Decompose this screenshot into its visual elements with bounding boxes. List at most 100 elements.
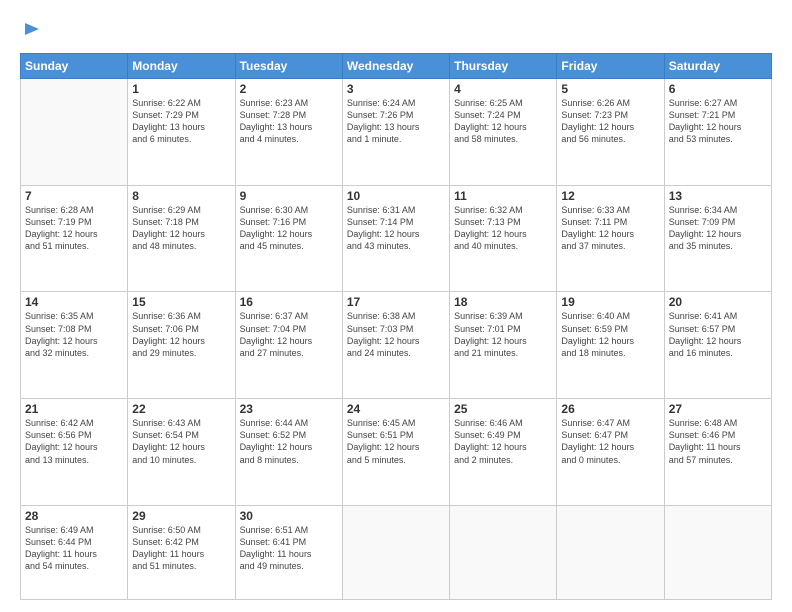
calendar-cell: 5Sunrise: 6:26 AM Sunset: 7:23 PM Daylig… xyxy=(557,79,664,186)
day-number: 5 xyxy=(561,82,659,96)
calendar-cell: 18Sunrise: 6:39 AM Sunset: 7:01 PM Dayli… xyxy=(450,292,557,399)
day-number: 23 xyxy=(240,402,338,416)
calendar-cell: 7Sunrise: 6:28 AM Sunset: 7:19 PM Daylig… xyxy=(21,185,128,292)
day-info: Sunrise: 6:50 AM Sunset: 6:42 PM Dayligh… xyxy=(132,524,230,573)
calendar-cell: 1Sunrise: 6:22 AM Sunset: 7:29 PM Daylig… xyxy=(128,79,235,186)
page: SundayMondayTuesdayWednesdayThursdayFrid… xyxy=(0,0,792,612)
calendar-header-row: SundayMondayTuesdayWednesdayThursdayFrid… xyxy=(21,54,772,79)
col-header-friday: Friday xyxy=(557,54,664,79)
day-number: 13 xyxy=(669,189,767,203)
day-info: Sunrise: 6:38 AM Sunset: 7:03 PM Dayligh… xyxy=(347,310,445,359)
calendar-cell: 13Sunrise: 6:34 AM Sunset: 7:09 PM Dayli… xyxy=(664,185,771,292)
day-info: Sunrise: 6:44 AM Sunset: 6:52 PM Dayligh… xyxy=(240,417,338,466)
day-number: 24 xyxy=(347,402,445,416)
calendar-cell: 8Sunrise: 6:29 AM Sunset: 7:18 PM Daylig… xyxy=(128,185,235,292)
calendar-cell: 4Sunrise: 6:25 AM Sunset: 7:24 PM Daylig… xyxy=(450,79,557,186)
day-info: Sunrise: 6:25 AM Sunset: 7:24 PM Dayligh… xyxy=(454,97,552,146)
day-info: Sunrise: 6:30 AM Sunset: 7:16 PM Dayligh… xyxy=(240,204,338,253)
logo xyxy=(20,16,41,43)
calendar-cell: 17Sunrise: 6:38 AM Sunset: 7:03 PM Dayli… xyxy=(342,292,449,399)
calendar-cell: 9Sunrise: 6:30 AM Sunset: 7:16 PM Daylig… xyxy=(235,185,342,292)
calendar-cell: 16Sunrise: 6:37 AM Sunset: 7:04 PM Dayli… xyxy=(235,292,342,399)
calendar-cell xyxy=(342,505,449,599)
day-number: 12 xyxy=(561,189,659,203)
day-number: 22 xyxy=(132,402,230,416)
col-header-wednesday: Wednesday xyxy=(342,54,449,79)
calendar-cell: 14Sunrise: 6:35 AM Sunset: 7:08 PM Dayli… xyxy=(21,292,128,399)
calendar-cell: 30Sunrise: 6:51 AM Sunset: 6:41 PM Dayli… xyxy=(235,505,342,599)
day-info: Sunrise: 6:36 AM Sunset: 7:06 PM Dayligh… xyxy=(132,310,230,359)
logo-arrow-icon xyxy=(23,20,41,38)
day-info: Sunrise: 6:40 AM Sunset: 6:59 PM Dayligh… xyxy=(561,310,659,359)
day-number: 16 xyxy=(240,295,338,309)
day-number: 21 xyxy=(25,402,123,416)
calendar-cell: 23Sunrise: 6:44 AM Sunset: 6:52 PM Dayli… xyxy=(235,399,342,506)
day-info: Sunrise: 6:26 AM Sunset: 7:23 PM Dayligh… xyxy=(561,97,659,146)
calendar-cell: 3Sunrise: 6:24 AM Sunset: 7:26 PM Daylig… xyxy=(342,79,449,186)
day-number: 8 xyxy=(132,189,230,203)
day-number: 28 xyxy=(25,509,123,523)
day-info: Sunrise: 6:46 AM Sunset: 6:49 PM Dayligh… xyxy=(454,417,552,466)
calendar-cell: 21Sunrise: 6:42 AM Sunset: 6:56 PM Dayli… xyxy=(21,399,128,506)
day-number: 17 xyxy=(347,295,445,309)
day-info: Sunrise: 6:32 AM Sunset: 7:13 PM Dayligh… xyxy=(454,204,552,253)
week-row-3: 21Sunrise: 6:42 AM Sunset: 6:56 PM Dayli… xyxy=(21,399,772,506)
calendar-cell: 6Sunrise: 6:27 AM Sunset: 7:21 PM Daylig… xyxy=(664,79,771,186)
day-number: 10 xyxy=(347,189,445,203)
col-header-thursday: Thursday xyxy=(450,54,557,79)
day-number: 6 xyxy=(669,82,767,96)
calendar-cell xyxy=(450,505,557,599)
day-info: Sunrise: 6:49 AM Sunset: 6:44 PM Dayligh… xyxy=(25,524,123,573)
calendar-cell: 19Sunrise: 6:40 AM Sunset: 6:59 PM Dayli… xyxy=(557,292,664,399)
calendar-cell xyxy=(21,79,128,186)
day-info: Sunrise: 6:39 AM Sunset: 7:01 PM Dayligh… xyxy=(454,310,552,359)
day-number: 4 xyxy=(454,82,552,96)
day-info: Sunrise: 6:35 AM Sunset: 7:08 PM Dayligh… xyxy=(25,310,123,359)
day-number: 29 xyxy=(132,509,230,523)
day-info: Sunrise: 6:23 AM Sunset: 7:28 PM Dayligh… xyxy=(240,97,338,146)
calendar-cell: 24Sunrise: 6:45 AM Sunset: 6:51 PM Dayli… xyxy=(342,399,449,506)
day-number: 19 xyxy=(561,295,659,309)
day-info: Sunrise: 6:41 AM Sunset: 6:57 PM Dayligh… xyxy=(669,310,767,359)
day-number: 11 xyxy=(454,189,552,203)
day-number: 2 xyxy=(240,82,338,96)
day-number: 26 xyxy=(561,402,659,416)
day-info: Sunrise: 6:34 AM Sunset: 7:09 PM Dayligh… xyxy=(669,204,767,253)
calendar-cell: 10Sunrise: 6:31 AM Sunset: 7:14 PM Dayli… xyxy=(342,185,449,292)
day-number: 15 xyxy=(132,295,230,309)
calendar-cell: 22Sunrise: 6:43 AM Sunset: 6:54 PM Dayli… xyxy=(128,399,235,506)
day-number: 3 xyxy=(347,82,445,96)
week-row-2: 14Sunrise: 6:35 AM Sunset: 7:08 PM Dayli… xyxy=(21,292,772,399)
col-header-tuesday: Tuesday xyxy=(235,54,342,79)
day-info: Sunrise: 6:45 AM Sunset: 6:51 PM Dayligh… xyxy=(347,417,445,466)
day-info: Sunrise: 6:24 AM Sunset: 7:26 PM Dayligh… xyxy=(347,97,445,146)
day-info: Sunrise: 6:22 AM Sunset: 7:29 PM Dayligh… xyxy=(132,97,230,146)
calendar-cell: 12Sunrise: 6:33 AM Sunset: 7:11 PM Dayli… xyxy=(557,185,664,292)
day-info: Sunrise: 6:47 AM Sunset: 6:47 PM Dayligh… xyxy=(561,417,659,466)
day-info: Sunrise: 6:29 AM Sunset: 7:18 PM Dayligh… xyxy=(132,204,230,253)
calendar-cell xyxy=(664,505,771,599)
day-number: 9 xyxy=(240,189,338,203)
day-number: 25 xyxy=(454,402,552,416)
calendar-cell: 28Sunrise: 6:49 AM Sunset: 6:44 PM Dayli… xyxy=(21,505,128,599)
day-info: Sunrise: 6:27 AM Sunset: 7:21 PM Dayligh… xyxy=(669,97,767,146)
day-info: Sunrise: 6:51 AM Sunset: 6:41 PM Dayligh… xyxy=(240,524,338,573)
calendar-table: SundayMondayTuesdayWednesdayThursdayFrid… xyxy=(20,53,772,600)
day-info: Sunrise: 6:48 AM Sunset: 6:46 PM Dayligh… xyxy=(669,417,767,466)
day-number: 30 xyxy=(240,509,338,523)
calendar-cell: 27Sunrise: 6:48 AM Sunset: 6:46 PM Dayli… xyxy=(664,399,771,506)
day-info: Sunrise: 6:42 AM Sunset: 6:56 PM Dayligh… xyxy=(25,417,123,466)
calendar-cell: 15Sunrise: 6:36 AM Sunset: 7:06 PM Dayli… xyxy=(128,292,235,399)
calendar-cell: 2Sunrise: 6:23 AM Sunset: 7:28 PM Daylig… xyxy=(235,79,342,186)
calendar-cell xyxy=(557,505,664,599)
day-info: Sunrise: 6:33 AM Sunset: 7:11 PM Dayligh… xyxy=(561,204,659,253)
header xyxy=(20,16,772,43)
day-info: Sunrise: 6:37 AM Sunset: 7:04 PM Dayligh… xyxy=(240,310,338,359)
calendar-cell: 11Sunrise: 6:32 AM Sunset: 7:13 PM Dayli… xyxy=(450,185,557,292)
calendar-cell: 26Sunrise: 6:47 AM Sunset: 6:47 PM Dayli… xyxy=(557,399,664,506)
calendar-cell: 25Sunrise: 6:46 AM Sunset: 6:49 PM Dayli… xyxy=(450,399,557,506)
day-number: 14 xyxy=(25,295,123,309)
week-row-0: 1Sunrise: 6:22 AM Sunset: 7:29 PM Daylig… xyxy=(21,79,772,186)
day-number: 20 xyxy=(669,295,767,309)
week-row-1: 7Sunrise: 6:28 AM Sunset: 7:19 PM Daylig… xyxy=(21,185,772,292)
